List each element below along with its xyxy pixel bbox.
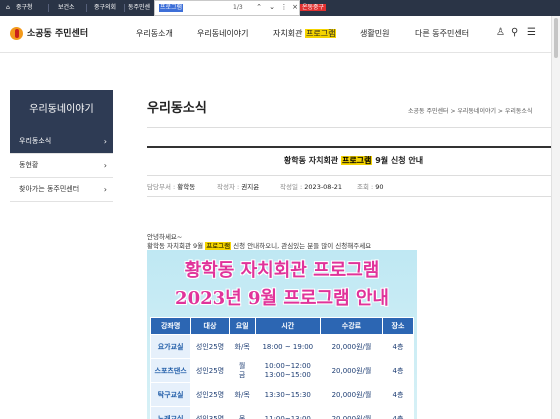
user-icon[interactable]: ♙ (496, 27, 505, 38)
breadcrumb[interactable]: 소공동 주민센터 > 우리동네이야기 > 우리동소식 (408, 106, 532, 115)
nav-item-programs-highlight: 프로그램 (305, 29, 337, 38)
find-highlight: 프로그램 (340, 156, 373, 165)
find-menu-icon[interactable]: ⋮ (279, 3, 289, 11)
find-prev-icon[interactable]: ⌃ (254, 3, 264, 11)
chevron-right-icon: › (103, 161, 107, 170)
table-row: 탁구교실 성인25명 화/목 13:30~15:30 20,000원/월 4층 (149, 382, 415, 407)
topbar-link-dong[interactable]: 동주민센 (128, 0, 150, 16)
table-cell: 성인35명 (190, 406, 230, 419)
post-author: 작성자 : 권지윤 (217, 183, 260, 191)
sidebar-item-label: 찾아가는 동주민센터 (19, 185, 80, 193)
table-cell: 화/목 (228, 334, 256, 359)
divider (147, 127, 560, 128)
topbar-link-junggu[interactable]: 중구청 (16, 0, 33, 16)
program-table: 강좌명 대상 요일 시간 수강료 장소 요가교실 성인25명 화/목 18:00 ~ … (149, 317, 415, 419)
table-cell: 11:00~13:00 (254, 406, 322, 419)
find-close-icon[interactable]: × (290, 3, 300, 11)
table-cell: 4층 (381, 406, 415, 419)
post-date: 작성일 : 2023-08-21 (280, 183, 343, 191)
program-name-cell: 탁구교실 (149, 382, 192, 407)
table-cell: 월 금 (228, 358, 256, 383)
post-body-line: 황학동 자치회관 9월 프로그램 신청 안내하오니, 관심있는 분들 많이 신청… (147, 242, 372, 250)
nav-item-other-centers[interactable]: 다른 동주민센터 (415, 28, 469, 39)
topbar-link-ondong[interactable]: 온동중구 (300, 0, 327, 16)
sidebar-title: 우리동네이야기 (10, 90, 113, 130)
table-cell: 20,000원/월 (320, 406, 383, 419)
sidebar-item-label: 우리동소식 (19, 137, 52, 145)
page-scrollbar[interactable] (551, 16, 560, 419)
sidebar-item-status[interactable]: 동현황 › (10, 154, 113, 178)
find-next-icon[interactable]: ⌄ (267, 3, 277, 11)
nav-item-civil[interactable]: 생활민원 (360, 28, 389, 39)
table-header-row: 강좌명 대상 요일 시간 수강료 장소 (149, 317, 415, 335)
poster-subheading: 2023년 9월 프로그램 안내 (175, 288, 389, 309)
table-cell: 13:30~15:30 (254, 382, 322, 407)
table-cell: 성인25명 (190, 358, 230, 383)
divider (124, 4, 125, 12)
find-match-count: 1/3 (233, 4, 243, 11)
sidebar-item-label: 동현황 (19, 161, 39, 169)
column-header: 장소 (381, 317, 415, 335)
divider (48, 4, 49, 12)
program-name-cell: 스포츠댄스 (149, 358, 192, 383)
divider (147, 196, 560, 197)
find-query-input[interactable]: 프로그램 (159, 4, 184, 12)
table-cell: 화/목 (228, 382, 256, 407)
table-cell: 4층 (381, 382, 415, 407)
table-cell: 20,000원/월 (320, 334, 383, 359)
table-cell: 성인25명 (190, 334, 230, 359)
page-title: 우리동소식 (147, 101, 207, 116)
divider (147, 146, 560, 148)
post-views: 조회 : 90 (357, 183, 384, 191)
site-header: 소공동 주민센터 우리동소개 우리동네이야기 자치회관 프로그램 생활민원 다른… (0, 16, 560, 53)
table-row: 스포츠댄스 성인25명 월 금 10:00~12:00 13:00~15:00 20,0… (149, 358, 415, 383)
topbar-link-health[interactable]: 보건소 (58, 0, 75, 16)
chevron-right-icon: › (103, 137, 107, 146)
program-poster: 황학동 자치회관 프로그램 2023년 9월 프로그램 안내 강좌명 대상 요일… (147, 250, 417, 419)
table-cell: 목 (228, 406, 256, 419)
table-row: 요가교실 성인25명 화/목 18:00 ~ 19:00 20,000원/월 4층 (149, 334, 415, 359)
site-name[interactable]: 소공동 주민센터 (27, 26, 88, 39)
sidebar-item-visiting[interactable]: 찾아가는 동주민센터 › (10, 178, 113, 202)
table-cell: 20,000원/월 (320, 382, 383, 407)
column-header: 요일 (228, 317, 256, 335)
topbar-link-council[interactable]: 중구의회 (94, 0, 116, 16)
table-cell: 18:00 ~ 19:00 (254, 334, 322, 359)
table-cell: 20,000원/월 (320, 358, 383, 383)
table-cell: 성인25명 (190, 382, 230, 407)
sidebar-item-news[interactable]: 우리동소식 › (10, 130, 113, 154)
nav-item-about[interactable]: 우리동소개 (136, 28, 173, 39)
logo-icon (10, 27, 23, 40)
find-highlight: 프로그램 (205, 242, 232, 250)
program-name-cell: 요가교실 (149, 334, 192, 359)
post-dept: 담당부서 : 황학동 (147, 183, 196, 191)
nav-item-stories[interactable]: 우리동네이야기 (197, 28, 249, 39)
find-bar: 프로그램 1/3 ⌃ ⌄ ⋮ × (154, 0, 300, 16)
column-header: 수강료 (320, 317, 383, 335)
column-header: 대상 (190, 317, 230, 335)
sidebar: 우리동네이야기 우리동소식 › 동현황 › 찾아가는 동주민센터 › (10, 90, 113, 202)
table-row: 노래교실 성인35명 목 11:00~13:00 20,000원/월 4층 (149, 406, 415, 419)
home-icon[interactable]: ⌂ (6, 0, 10, 16)
chevron-right-icon: › (103, 185, 107, 194)
scrollbar-thumb[interactable] (554, 18, 558, 58)
column-header: 시간 (254, 317, 322, 335)
table-cell: 4층 (381, 334, 415, 359)
program-name-cell: 노래교실 (149, 406, 192, 419)
table-cell: 10:00~12:00 13:00~15:00 (254, 358, 322, 383)
divider (147, 175, 560, 176)
poster-heading: 황학동 자치회관 프로그램 (184, 260, 380, 281)
divider (86, 4, 87, 12)
column-header: 강좌명 (149, 317, 192, 335)
table-cell: 4층 (381, 358, 415, 383)
post-title: 황학동 자치회관 프로그램 9월 신청 안내 (283, 156, 424, 165)
menu-icon[interactable]: ☰ (527, 27, 536, 38)
search-icon[interactable]: ⚲ (511, 27, 518, 38)
nav-item-programs[interactable]: 자치회관 프로그램 (273, 28, 337, 39)
